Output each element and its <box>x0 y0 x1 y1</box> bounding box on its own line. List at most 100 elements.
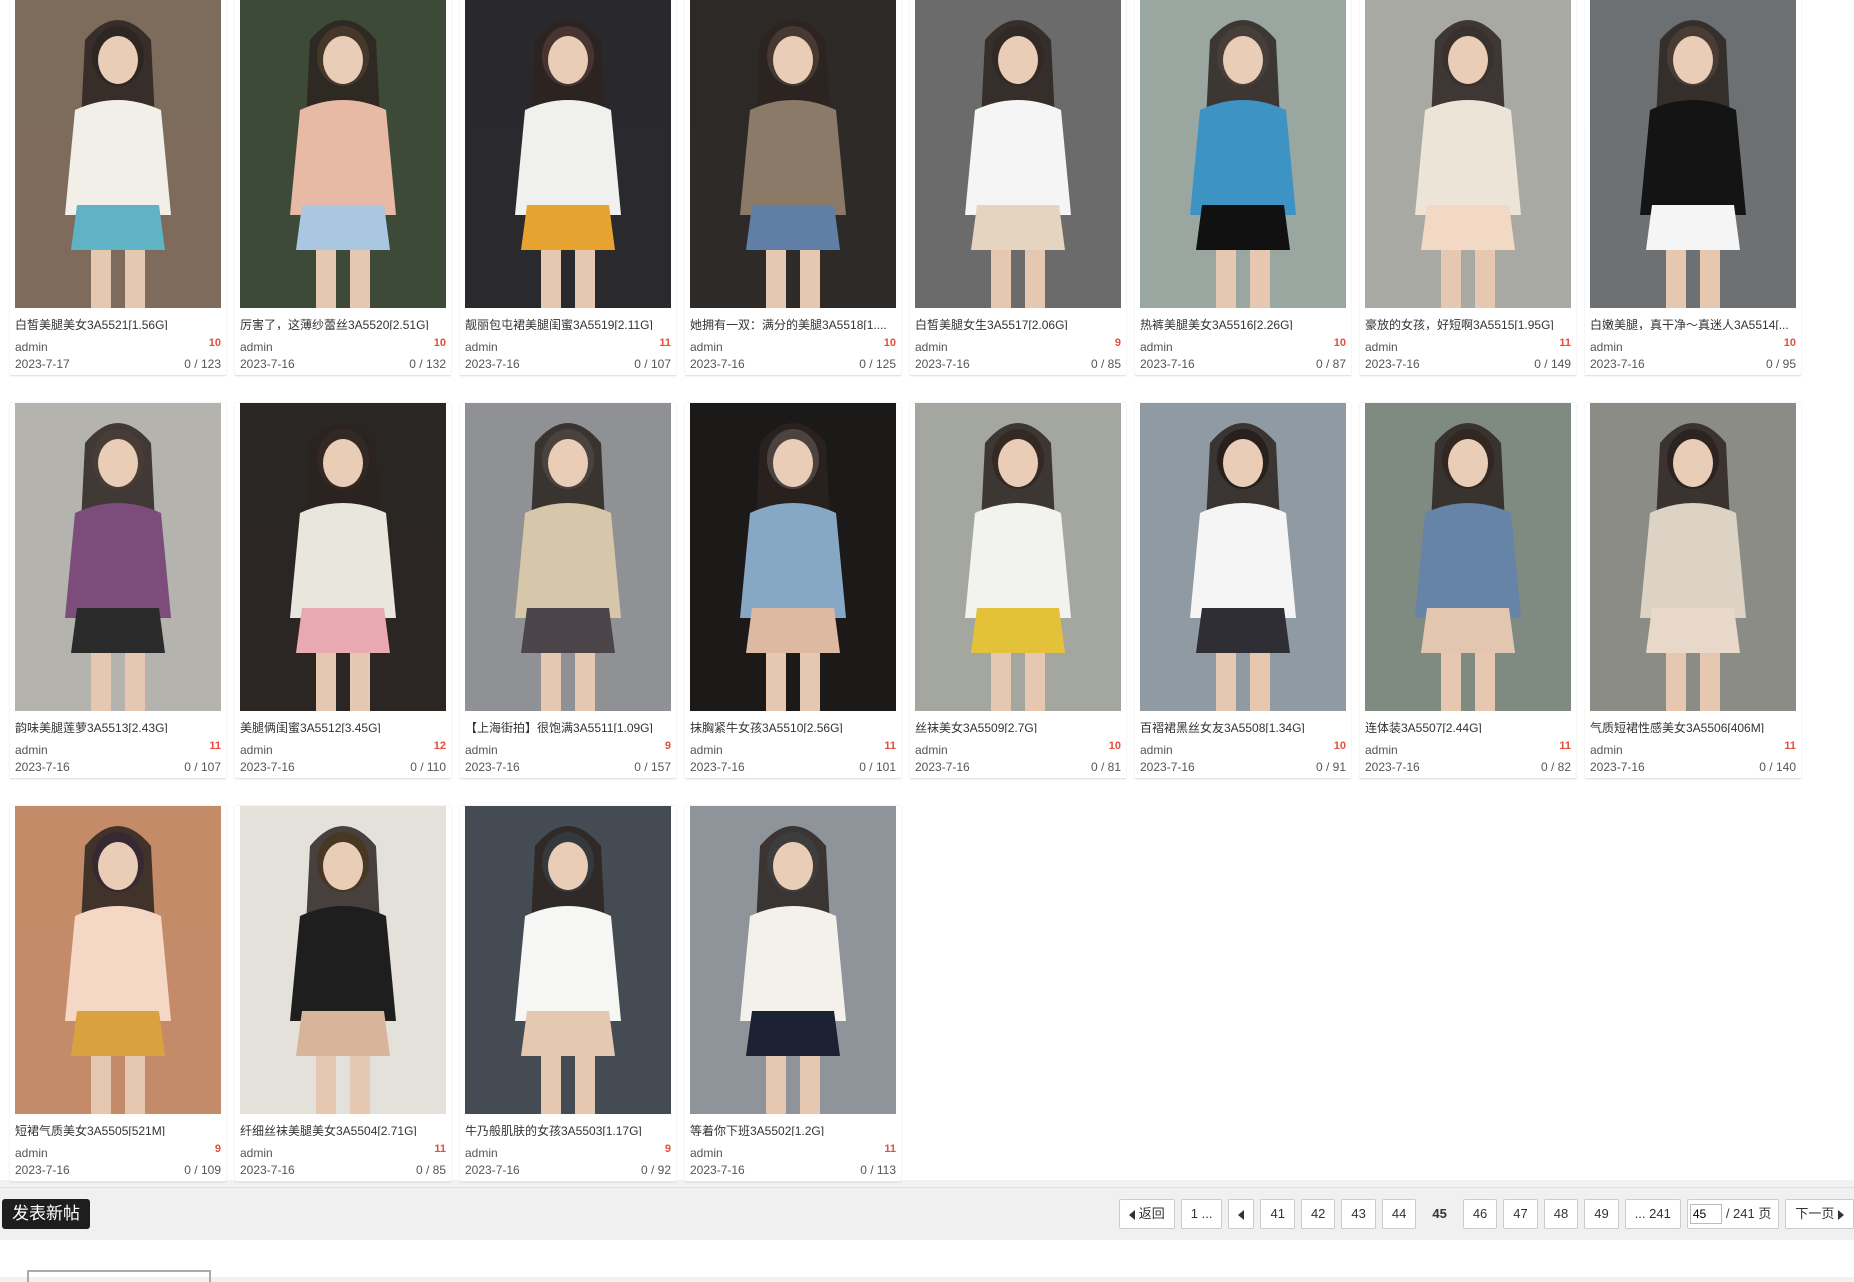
thread-author[interactable]: admin <box>1365 340 1398 354</box>
thread-author[interactable]: admin <box>1590 743 1623 757</box>
prev-page-button[interactable] <box>1228 1199 1255 1229</box>
page-link-48[interactable]: 48 <box>1543 1199 1579 1229</box>
page-link-46[interactable]: 46 <box>1462 1199 1498 1229</box>
thread-title[interactable]: 短裙气质美女3A5505[521M] <box>15 1122 221 1136</box>
thread-title[interactable]: 白皙美腿美女3A5521[1.56G] <box>15 316 221 330</box>
thread-thumbnail[interactable] <box>15 403 221 711</box>
thread-thumbnail[interactable] <box>465 806 671 1114</box>
back-button[interactable]: 返回 <box>1119 1199 1175 1229</box>
photo-count-badge: 11 <box>884 1143 896 1155</box>
new-post-button[interactable]: 发表新帖 <box>2 1199 90 1229</box>
thread-author[interactable]: admin <box>465 340 498 354</box>
thread-author[interactable]: admin <box>465 1146 498 1160</box>
thread-title[interactable]: 百褶裙黑丝女友3A5508[1.34G] <box>1140 719 1346 733</box>
thread-card[interactable]: 【上海街拍】很饱满3A5511[1.09G] admin 9 2023-7-16 0 /… <box>460 403 676 779</box>
thread-card[interactable]: 韵味美腿莲萝3A5513[2.43G] admin 11 2023-7-16 0 / 1… <box>10 403 226 779</box>
thread-thumbnail[interactable] <box>465 0 671 308</box>
thread-card[interactable]: 豪放的女孩，好短啊3A5515[1.95G] admin 11 2023-7-16 0 … <box>1360 0 1576 376</box>
thread-title[interactable]: 牛乃般肌肤的女孩3A5503[1.17G] <box>465 1122 671 1136</box>
page-link-41[interactable]: 41 <box>1260 1199 1295 1229</box>
thread-card[interactable]: 厉害了，这薄纱蕾丝3A5520[2.51G] admin 10 2023-7-16 0 … <box>235 0 451 376</box>
thread-title[interactable]: 抹胸紧牛女孩3A5510[2.56G] <box>690 719 896 733</box>
thread-title[interactable]: 气质短裙性感美女3A5506[406M] <box>1590 719 1796 733</box>
thread-title[interactable]: 热裤美腿美女3A5516[2.26G] <box>1140 316 1346 330</box>
thread-title[interactable]: 【上海街拍】很饱满3A5511[1.09G] <box>465 719 671 733</box>
next-page-button[interactable]: 下一页 <box>1785 1199 1854 1229</box>
thread-author[interactable]: admin <box>240 340 273 354</box>
thread-author[interactable]: admin <box>15 1146 48 1160</box>
reply-view-count: 0 / 81 <box>1090 760 1121 774</box>
thread-thumbnail[interactable] <box>915 0 1121 308</box>
thread-thumbnail[interactable] <box>1365 403 1571 711</box>
thread-thumbnail[interactable] <box>1590 403 1796 711</box>
thread-author[interactable]: admin <box>915 743 948 757</box>
thread-thumbnail[interactable] <box>690 806 896 1114</box>
thread-card[interactable]: 等着你下班3A5502[1.2G] admin 11 2023-7-16 0 / 113 <box>685 806 901 1182</box>
thread-card[interactable]: 百褶裙黑丝女友3A5508[1.34G] admin 10 2023-7-16 0 / … <box>1135 403 1351 779</box>
thread-title[interactable]: 厉害了，这薄纱蕾丝3A5520[2.51G] <box>240 316 446 330</box>
thread-date: 2023-7-16 <box>1590 760 1645 774</box>
reply-view-count: 0 / 123 <box>184 357 221 371</box>
thread-thumbnail[interactable] <box>1140 0 1346 308</box>
thread-card[interactable]: 白嫩美腿，真干净～真迷人3A5514[... admin 10 2023-7-16 0 … <box>1585 0 1801 376</box>
thread-card[interactable]: 牛乃般肌肤的女孩3A5503[1.17G] admin 9 2023-7-16 0 / … <box>460 806 676 1182</box>
thread-author[interactable]: admin <box>15 743 48 757</box>
reply-view-count: 0 / 107 <box>184 760 221 774</box>
first-page-link[interactable]: 1 ... <box>1180 1199 1223 1229</box>
page-link-47[interactable]: 47 <box>1503 1199 1538 1229</box>
thread-author[interactable]: admin <box>1140 743 1173 757</box>
thread-title[interactable]: 豪放的女孩，好短啊3A5515[1.95G] <box>1365 316 1571 330</box>
thread-thumbnail[interactable] <box>240 806 446 1114</box>
thread-thumbnail[interactable] <box>240 403 446 711</box>
thread-author[interactable]: admin <box>690 1146 723 1160</box>
thread-title[interactable]: 丝袜美女3A5509[2.7G] <box>915 719 1121 733</box>
thread-author[interactable]: admin <box>915 340 948 354</box>
thread-author[interactable]: admin <box>465 743 498 757</box>
thread-card[interactable]: 气质短裙性感美女3A5506[406M] admin 11 2023-7-16 0 / … <box>1585 403 1801 779</box>
thread-title[interactable]: 靓丽包屯裙美腿闺蜜3A5519[2.11G] <box>465 316 671 330</box>
last-page-link[interactable]: ... 241 <box>1624 1199 1681 1229</box>
thread-author[interactable]: admin <box>690 340 723 354</box>
thread-author[interactable]: admin <box>240 743 273 757</box>
thread-thumbnail[interactable] <box>1365 0 1571 308</box>
thread-author[interactable]: admin <box>1365 743 1398 757</box>
thread-thumbnail[interactable] <box>465 403 671 711</box>
thread-card[interactable]: 美腿俩闺蜜3A5512[3.45G] admin 12 2023-7-16 0 / 11… <box>235 403 451 779</box>
thread-card[interactable]: 短裙气质美女3A5505[521M] admin 9 2023-7-16 0 / 109 <box>10 806 226 1182</box>
thread-thumbnail[interactable] <box>240 0 446 308</box>
thread-title[interactable]: 等着你下班3A5502[1.2G] <box>690 1122 896 1136</box>
thread-card[interactable]: 白皙美腿女生3A5517[2.06G] admin 9 2023-7-16 0 / 85 <box>910 0 1126 376</box>
thread-title[interactable]: 美腿俩闺蜜3A5512[3.45G] <box>240 719 446 733</box>
thread-card[interactable]: 丝袜美女3A5509[2.7G] admin 10 2023-7-16 0 / 81 <box>910 403 1126 779</box>
thread-thumbnail[interactable] <box>1140 403 1346 711</box>
thread-thumbnail[interactable] <box>690 0 896 308</box>
thread-title[interactable]: 纤细丝袜美腿美女3A5504[2.71G] <box>240 1122 446 1136</box>
page-link-44[interactable]: 44 <box>1381 1199 1417 1229</box>
page-link-42[interactable]: 42 <box>1300 1199 1336 1229</box>
thread-card[interactable]: 连体装3A5507[2.44G] admin 11 2023-7-16 0 / 82 <box>1360 403 1576 779</box>
thread-author[interactable]: admin <box>15 340 48 354</box>
thread-title[interactable]: 白皙美腿女生3A5517[2.06G] <box>915 316 1121 330</box>
thread-thumbnail[interactable] <box>1590 0 1796 308</box>
thread-card[interactable]: 抹胸紧牛女孩3A5510[2.56G] admin 11 2023-7-16 0 / 1… <box>685 403 901 779</box>
thread-thumbnail[interactable] <box>15 806 221 1114</box>
thread-thumbnail[interactable] <box>690 403 896 711</box>
thread-title[interactable]: 她拥有一双：满分的美腿3A5518[1.... <box>690 316 896 330</box>
thread-author[interactable]: admin <box>240 1146 273 1160</box>
thread-card[interactable]: 纤细丝袜美腿美女3A5504[2.71G] admin 11 2023-7-16 0 /… <box>235 806 451 1182</box>
thread-author[interactable]: admin <box>1590 340 1623 354</box>
thread-thumbnail[interactable] <box>915 403 1121 711</box>
thread-card[interactable]: 她拥有一双：满分的美腿3A5518[1.... admin 10 2023-7-16 0… <box>685 0 901 376</box>
thread-author[interactable]: admin <box>690 743 723 757</box>
page-jump-input[interactable] <box>1689 1204 1722 1224</box>
thread-author[interactable]: admin <box>1140 340 1173 354</box>
thread-card[interactable]: 白皙美腿美女3A5521[1.56G] admin 10 2023-7-17 0 / 1… <box>10 0 226 376</box>
thread-card[interactable]: 靓丽包屯裙美腿闺蜜3A5519[2.11G] admin 11 2023-7-16 0 … <box>460 0 676 376</box>
thread-card[interactable]: 热裤美腿美女3A5516[2.26G] admin 10 2023-7-16 0 / 8… <box>1135 0 1351 376</box>
thread-title[interactable]: 连体装3A5507[2.44G] <box>1365 719 1571 733</box>
thread-title[interactable]: 韵味美腿莲萝3A5513[2.43G] <box>15 719 221 733</box>
page-link-43[interactable]: 43 <box>1341 1199 1376 1229</box>
thread-thumbnail[interactable] <box>15 0 221 308</box>
thread-title[interactable]: 白嫩美腿，真干净～真迷人3A5514[... <box>1590 316 1796 330</box>
page-link-49[interactable]: 49 <box>1584 1199 1619 1229</box>
